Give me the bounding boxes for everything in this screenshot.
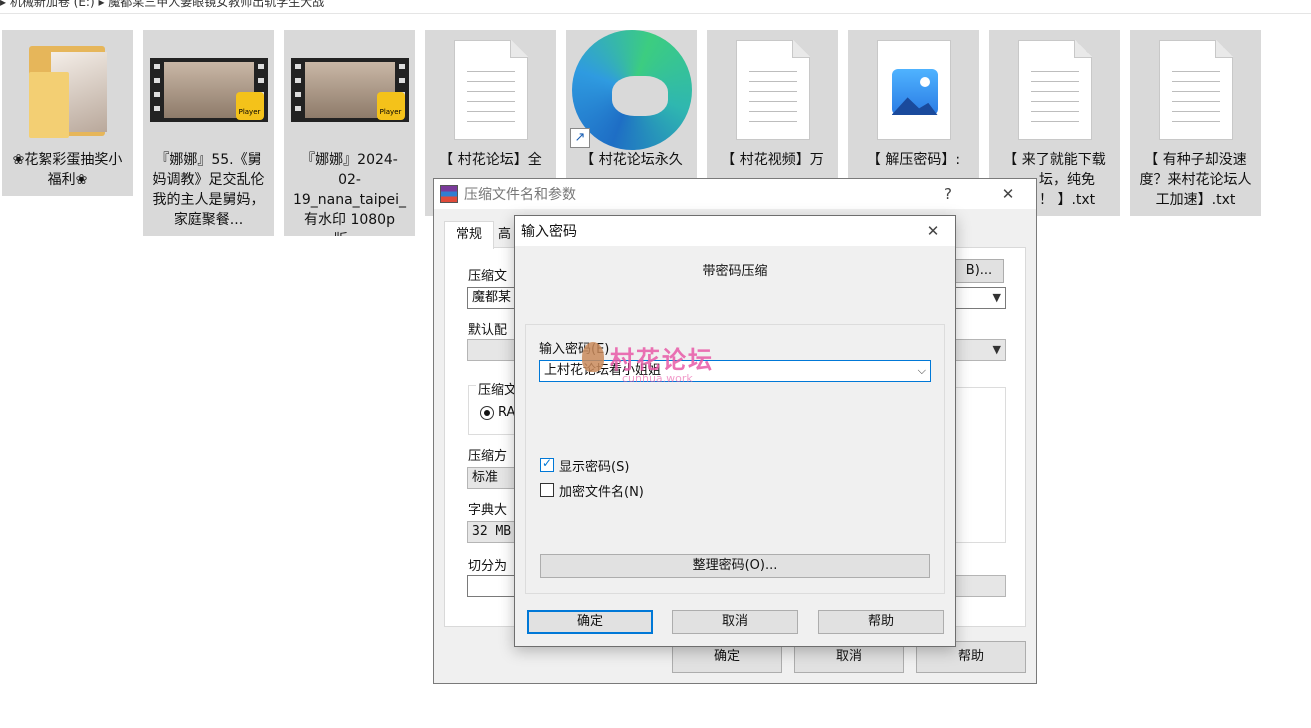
shortcut-arrow-icon: ↗ [570,128,590,148]
password-dialog-title: 输入密码 [521,224,577,240]
archive-dialog-title: 压缩文件名和参数 [464,187,576,203]
archive-name-label: 压缩文 [468,269,508,284]
tab-general[interactable]: 常规 [444,221,494,249]
breadcrumb[interactable]: ▸ 机械新加卷 (E:) ▸ 魔都某三甲人妻眼镜女教师出轨学生大战 [0,0,1311,14]
password-value: 上村花论坛看小姐姐 [544,363,662,378]
folder-icon [28,42,107,138]
password-dialog-titlebar: 输入密码 ✕ [515,216,955,246]
file-label: 【 解压密码】: [866,152,961,168]
text-file-icon [1158,40,1233,140]
format-group-label: 压缩文 [476,379,520,398]
password-input[interactable]: 上村花论坛看小姐姐 ⌵ [539,360,931,382]
split-label: 切分为 [468,559,508,574]
method-select[interactable]: 标准 [467,467,515,489]
file-label: 【 有种子却没速度？来村花论坛人工加速】.txt [1139,152,1252,208]
file-label: 【 村花视频】万 [721,152,824,168]
close-icon[interactable]: ✕ [911,216,955,246]
password-help-button[interactable]: 帮助 [818,610,944,634]
password-heading: 带密码压缩 [702,264,768,279]
archive-dialog-titlebar: 压缩文件名和参数 ? ✕ [434,179,1036,209]
password-ok-button[interactable]: 确定 [527,610,653,634]
player-badge-icon: Player [376,92,405,120]
text-file-icon [1017,40,1092,140]
rar-radio[interactable] [480,406,494,420]
file-item-video-2[interactable]: Player 『娜娜』2024-02-19_nana_taipei_有水印 10… [284,30,415,236]
chevron-down-icon: ▼ [992,343,1001,356]
update-mode-select[interactable] [954,575,1006,597]
archive-name-field[interactable]: 魔都某 [467,287,515,309]
browse-button[interactable]: B)... [954,259,1004,283]
file-label: 【 村花论坛】全 [439,152,542,168]
image-file-icon [876,40,951,140]
password-dialog: 输入密码 ✕ 带密码压缩 输入密码(E) 上村花论坛看小姐姐 ⌵ 显示密码(S)… [514,215,956,647]
password-cancel-button[interactable]: 取消 [672,610,798,634]
encrypt-filenames-checkbox[interactable] [540,483,554,497]
rar-radio-label: RA [498,405,516,420]
text-file-icon [453,40,528,140]
chevron-down-icon: ▼ [992,291,1001,304]
video-icon: Player [149,58,268,122]
file-label: 『娜娜』55.《舅妈调教》足交乱伦 我的主人是舅妈，家庭聚餐... [152,152,265,228]
chevron-down-icon[interactable]: ⌵ [918,361,926,381]
options-group [954,387,1006,543]
file-label: ❀花絮彩蛋抽奖小福利❀ [12,152,123,188]
winrar-icon [440,185,458,203]
method-label: 压缩方 [468,449,508,464]
help-icon[interactable]: ? [926,179,970,209]
file-label: 【 村花论坛永久 [580,152,683,168]
show-password-checkbox[interactable] [540,456,554,472]
enter-password-label: 输入密码(E) [539,342,610,357]
text-file-icon [735,40,810,140]
file-item-video-1[interactable]: Player 『娜娜』55.《舅妈调教》足交乱伦 我的主人是舅妈，家庭聚餐... [143,30,274,236]
video-icon: Player [290,58,409,122]
close-icon[interactable]: ✕ [986,179,1030,209]
show-password-label[interactable]: 显示密码(S) [559,456,629,475]
file-item-folder[interactable]: ❀花絮彩蛋抽奖小福利❀ [2,30,133,196]
file-item-txt-4[interactable]: 【 有种子却没速度？来村花论坛人工加速】.txt [1130,30,1261,216]
profile-select[interactable] [467,339,515,361]
encrypt-filenames-label[interactable]: 加密文件名(N) [559,481,644,500]
organize-passwords-button[interactable]: 整理密码(O)... [540,554,930,578]
split-field[interactable] [467,575,515,597]
dictionary-label: 字典大 [468,503,508,518]
profile-label: 默认配 [468,323,508,338]
file-label: 『娜娜』2024-02-19_nana_taipei_有水印 1080p版...… [292,152,407,236]
profile-dropdown[interactable]: ▼ [954,339,1006,361]
dictionary-select[interactable]: 32 MB [467,521,515,543]
player-badge-icon: Player [235,92,264,120]
archive-name-dropdown[interactable]: ▼ [954,287,1006,309]
